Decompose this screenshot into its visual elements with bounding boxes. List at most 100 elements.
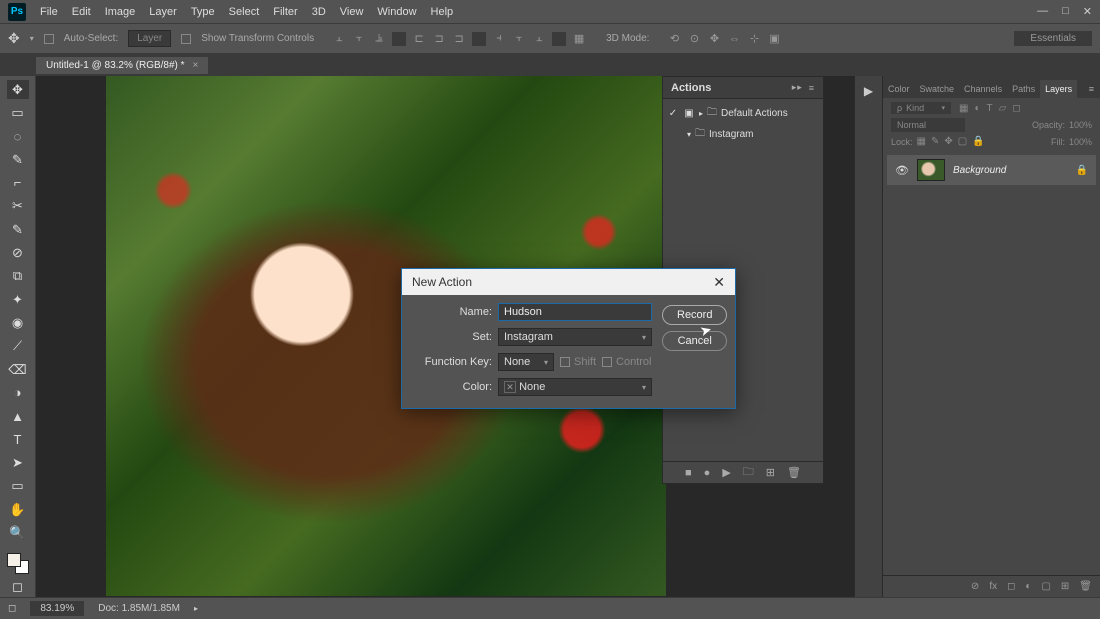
filter-smart-icon[interactable]: ◻: [1012, 103, 1020, 114]
new-action-icon[interactable]: ⊞: [766, 466, 775, 479]
crop-tool[interactable]: ⌐: [7, 173, 29, 192]
zoom-tool[interactable]: 🔍: [7, 523, 29, 542]
menu-layer[interactable]: Layer: [149, 6, 177, 18]
fx-icon[interactable]: fx: [989, 581, 997, 592]
show-transform-checkbox[interactable]: [181, 34, 191, 44]
play-icon[interactable]: ▶: [722, 466, 730, 479]
menu-type[interactable]: Type: [191, 6, 215, 18]
cancel-button[interactable]: Cancel: [662, 331, 727, 351]
document-tab[interactable]: Untitled-1 @ 83.2% (RGB/8#) * ×: [36, 57, 208, 74]
stop-icon[interactable]: ■: [685, 467, 692, 479]
eyedropper-tool[interactable]: ✂: [7, 197, 29, 216]
new-set-icon[interactable]: 🗀: [743, 463, 754, 482]
name-input[interactable]: [498, 303, 652, 321]
link-layers-icon[interactable]: ⊘: [971, 581, 979, 592]
orbit-icon[interactable]: ⟲: [667, 32, 681, 46]
brush-tool[interactable]: ⊘: [7, 243, 29, 262]
trash-icon[interactable]: 🗑: [787, 466, 801, 479]
align-bottom-icon[interactable]: ⫡: [372, 32, 386, 46]
align-hcenter-icon[interactable]: ⊐: [432, 32, 446, 46]
tool-preset-caret[interactable]: ▾: [30, 34, 34, 43]
history-brush-tool[interactable]: ✦: [7, 290, 29, 309]
shape-tool[interactable]: ▭: [7, 477, 29, 496]
workspace-switcher[interactable]: Essentials: [1014, 31, 1092, 46]
panel-menu-icon[interactable]: ≡: [1083, 80, 1100, 98]
lock-pixels-icon[interactable]: ▦: [917, 136, 926, 147]
action-set-instagram[interactable]: ▾ 🗀 Instagram: [665, 124, 821, 145]
lock-artboard-icon[interactable]: ▢: [958, 136, 967, 147]
auto-select-target-dropdown[interactable]: Layer: [128, 30, 171, 47]
expand-icon[interactable]: ▸: [699, 109, 703, 118]
stamp-tool[interactable]: ⧉: [7, 267, 29, 286]
check-icon[interactable]: ✓: [667, 108, 679, 119]
play-icon[interactable]: ▶: [864, 84, 873, 98]
menu-image[interactable]: Image: [105, 6, 136, 18]
color-swatches[interactable]: [7, 553, 29, 574]
slide-icon[interactable]: ⇔: [727, 32, 741, 46]
actions-panel-header[interactable]: Actions ▸▸ ≡: [663, 77, 823, 99]
align-top-icon[interactable]: ⫠: [332, 32, 346, 46]
menu-view[interactable]: View: [340, 6, 364, 18]
dialog-titlebar[interactable]: New Action ✕: [402, 269, 735, 295]
camera-icon[interactable]: ▣: [767, 32, 781, 46]
move-tool[interactable]: ✥: [7, 80, 29, 99]
lock-all-icon[interactable]: 🔒: [972, 136, 984, 147]
marquee-tool[interactable]: ▭: [7, 103, 29, 122]
quickmask-status-icon[interactable]: ◻: [8, 603, 16, 614]
distribute-v-icon[interactable]: ⫟: [512, 32, 526, 46]
lock-position-icon[interactable]: ✎: [931, 136, 939, 147]
layer-filter-kind-dropdown[interactable]: ρKind▾: [891, 102, 951, 114]
shift-checkbox[interactable]: [560, 357, 570, 367]
arrange-icon[interactable]: ▦: [572, 32, 586, 46]
pen-tool[interactable]: ▲: [7, 407, 29, 426]
layer-thumbnail[interactable]: [917, 159, 945, 181]
align-vcenter-icon[interactable]: ⫟: [352, 32, 366, 46]
zoom-icon[interactable]: ⊹: [747, 32, 761, 46]
heal-tool[interactable]: ✎: [7, 220, 29, 239]
menu-filter[interactable]: Filter: [273, 6, 297, 18]
tab-paths[interactable]: Paths: [1007, 80, 1040, 98]
set-dropdown[interactable]: Instagram▾: [498, 328, 652, 346]
minimize-icon[interactable]: —: [1037, 5, 1048, 18]
pan-icon[interactable]: ✥: [707, 32, 721, 46]
group-icon[interactable]: ▢: [1041, 581, 1050, 592]
visibility-icon[interactable]: 👁: [895, 164, 909, 177]
lock-move-icon[interactable]: ✥: [944, 136, 952, 147]
dodge-tool[interactable]: ◑: [7, 383, 29, 402]
opacity-value[interactable]: 100%: [1069, 120, 1092, 130]
path-select-tool[interactable]: ➤: [7, 453, 29, 472]
filter-adjust-icon[interactable]: ◐: [974, 103, 980, 114]
expand-icon[interactable]: ▾: [687, 130, 691, 139]
align-left-icon[interactable]: ⊏: [412, 32, 426, 46]
align-right-icon[interactable]: ⊐: [452, 32, 466, 46]
record-button[interactable]: Record: [662, 305, 727, 325]
gradient-tool[interactable]: ⟋: [7, 337, 29, 356]
auto-select-checkbox[interactable]: [44, 34, 54, 44]
menu-window[interactable]: Window: [377, 6, 416, 18]
record-icon[interactable]: ●: [704, 467, 711, 479]
layer-name-label[interactable]: Background: [953, 165, 1006, 176]
filter-shape-icon[interactable]: ▱: [999, 103, 1007, 114]
document-tab-close-icon[interactable]: ×: [193, 60, 199, 71]
filter-type-icon[interactable]: T: [987, 103, 993, 114]
menu-help[interactable]: Help: [431, 6, 454, 18]
menu-file[interactable]: File: [40, 6, 58, 18]
filter-pixel-icon[interactable]: ▦: [959, 103, 968, 114]
dialog-toggle-icon[interactable]: ▣: [683, 108, 695, 119]
collapse-icon[interactable]: ▸▸: [792, 82, 803, 93]
close-icon[interactable]: ✕: [1083, 5, 1092, 18]
status-caret-icon[interactable]: ▸: [194, 604, 198, 613]
distribute-h-icon[interactable]: ⫞: [492, 32, 506, 46]
fill-value[interactable]: 100%: [1069, 137, 1092, 147]
menu-edit[interactable]: Edit: [72, 6, 91, 18]
blend-mode-dropdown[interactable]: Normal: [891, 118, 965, 132]
hand-tool[interactable]: ✋: [7, 500, 29, 519]
tab-layers[interactable]: Layers: [1040, 80, 1077, 98]
mask-icon[interactable]: ◻: [1007, 581, 1015, 592]
lasso-tool[interactable]: ◌: [7, 127, 29, 146]
maximize-icon[interactable]: □: [1062, 5, 1069, 18]
roll-icon[interactable]: ⊙: [687, 32, 701, 46]
quick-select-tool[interactable]: ✎: [7, 150, 29, 169]
tab-channels[interactable]: Channels: [959, 80, 1007, 98]
tab-color[interactable]: Color: [883, 80, 915, 98]
